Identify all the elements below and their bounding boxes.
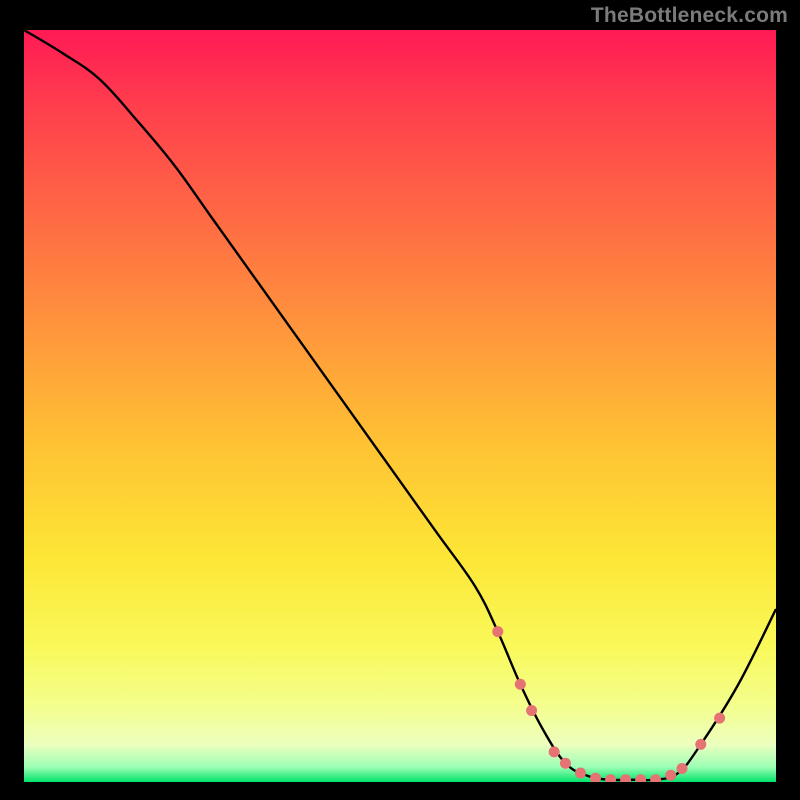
plot-area [24,30,776,782]
marker-point [620,774,631,782]
marker-point [695,739,706,750]
marker-point [605,774,616,782]
chart-frame: TheBottleneck.com [0,0,800,800]
marker-point [526,705,537,716]
bottleneck-curve [24,30,776,780]
curve-layer [24,30,776,782]
marker-point [560,758,571,769]
marker-point [665,770,676,781]
marker-point [677,763,688,774]
marker-point [714,713,725,724]
marker-point [635,774,646,782]
marker-point [575,767,586,778]
marker-point [492,626,503,637]
marker-point [549,746,560,757]
marker-point [650,774,661,782]
attribution-text: TheBottleneck.com [591,4,788,28]
marker-point [590,773,601,782]
marker-point [515,679,526,690]
